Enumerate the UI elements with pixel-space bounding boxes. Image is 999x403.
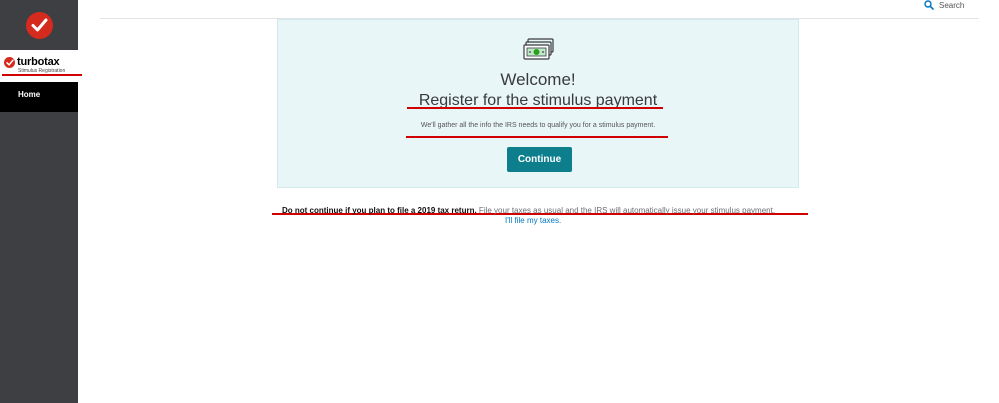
notice-bold: Do not continue if you plan to file a 20… — [282, 206, 477, 215]
money-icon — [523, 38, 554, 60]
brand-block: turbotax Stimulus Registration — [0, 50, 78, 82]
sidebar-item-home[interactable]: Home — [0, 82, 78, 112]
annotation-underline — [406, 136, 668, 138]
search-icon — [924, 0, 934, 10]
brand-checkmark-icon — [4, 56, 15, 68]
checkmark-icon — [25, 11, 53, 39]
annotation-underline — [2, 74, 82, 76]
annotation-underline — [407, 107, 663, 109]
welcome-title: Welcome! — [500, 70, 576, 89]
description-text: We'll gather all the info the IRS needs … — [420, 122, 656, 129]
notice-text: Do not continue if you plan to file a 20… — [282, 206, 775, 215]
sidebar-item-label: Home — [18, 90, 41, 99]
search-label: Search — [939, 0, 965, 10]
notice-rest: File your taxes as usual and the IRS wil… — [476, 206, 776, 215]
registration-card: Welcome! Register for the stimulus payme… — [277, 19, 799, 188]
file-taxes-link[interactable]: I'll file my taxes. — [505, 216, 561, 225]
continue-button[interactable]: Continue — [507, 147, 572, 172]
brand-name: turbotax — [17, 56, 60, 68]
brand-row: turbotax — [4, 56, 60, 68]
turbotax-logo[interactable] — [0, 0, 78, 50]
search-button[interactable]: Search — [924, 0, 964, 10]
sidebar: turbotax Stimulus Registration Home — [0, 0, 78, 403]
